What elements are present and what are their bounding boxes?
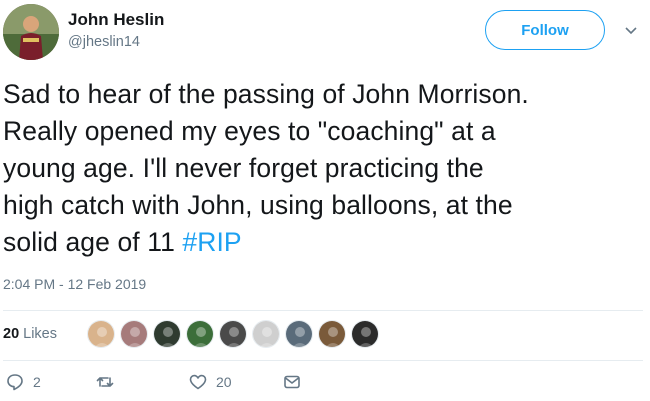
hashtag-link[interactable]: #RIP — [182, 227, 241, 257]
likes-row: 20 Likes — [3, 312, 643, 356]
like-count: 20 — [216, 374, 232, 390]
tweet-header: John Heslin @jheslin14 Follow — [0, 0, 650, 64]
liker-avatar[interactable] — [153, 320, 181, 348]
tweet-timestamp[interactable]: 2:04 PM - 12 Feb 2019 — [3, 276, 146, 292]
liker-avatar[interactable] — [285, 320, 313, 348]
liker-avatar[interactable] — [219, 320, 247, 348]
tweet-line-text: solid age of 11 — [3, 227, 183, 257]
chevron-down-icon[interactable] — [624, 24, 638, 38]
user-name[interactable]: John Heslin — [68, 10, 164, 30]
envelope-icon — [284, 375, 300, 389]
tweet-line: Sad to hear of the passing of John Morri… — [3, 79, 529, 109]
divider — [3, 360, 643, 361]
tweet-line: Really opened my eyes to "coaching" at a — [3, 116, 496, 146]
direct-message-button[interactable] — [282, 372, 302, 392]
tweet-text: Sad to hear of the passing of John Morri… — [3, 76, 643, 261]
retweet-button[interactable] — [95, 372, 115, 392]
liker-avatar[interactable] — [120, 320, 148, 348]
like-button[interactable]: 20 — [188, 372, 232, 392]
follow-button[interactable]: Follow — [485, 10, 605, 50]
tweet-actions: 2 20 — [3, 372, 643, 401]
tweet-line: solid age of 11 #RIP — [3, 224, 643, 261]
reply-icon — [7, 374, 23, 391]
liker-avatar[interactable] — [87, 320, 115, 348]
likes-count: 20 — [3, 326, 20, 342]
heart-icon — [189, 374, 207, 390]
liker-avatar[interactable] — [186, 320, 214, 348]
likes-summary[interactable]: 20 Likes — [3, 326, 57, 342]
liker-avatar[interactable] — [252, 320, 280, 348]
reply-count: 2 — [33, 374, 41, 390]
liker-avatar[interactable] — [318, 320, 346, 348]
likes-label: Likes — [23, 326, 57, 342]
retweet-icon — [96, 377, 114, 387]
divider — [3, 310, 643, 311]
tweet-line: young age. I'll never forget practicing … — [3, 153, 484, 183]
reply-button[interactable]: 2 — [5, 372, 41, 392]
avatar-photo — [3, 4, 59, 60]
liker-avatars — [87, 320, 384, 348]
user-handle[interactable]: @jheslin14 — [68, 34, 140, 50]
tweet-line: high catch with John, using balloons, at… — [3, 190, 513, 220]
user-avatar[interactable] — [3, 4, 59, 60]
liker-avatar[interactable] — [351, 320, 379, 348]
